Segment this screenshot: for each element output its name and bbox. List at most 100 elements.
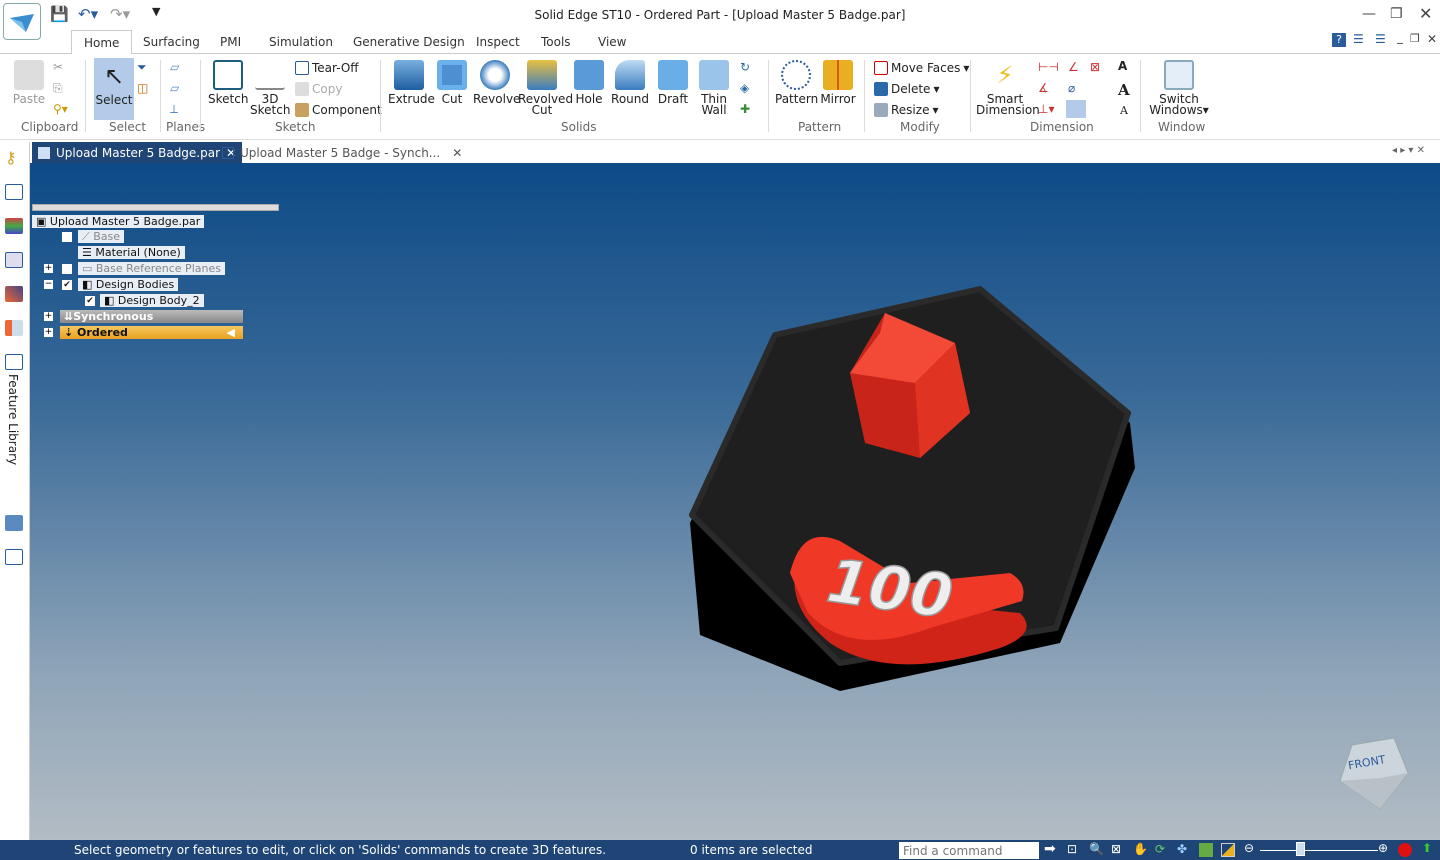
feature-library-tab[interactable]: Feature Library xyxy=(6,374,20,465)
paste-special-icon[interactable]: ⚲▾ xyxy=(53,102,68,116)
upload-icon[interactable]: ⬆ xyxy=(1422,841,1432,855)
key-icon[interactable]: ⚷ xyxy=(5,148,17,167)
tree-item-base-reference-planes[interactable]: ▭ Base Reference Planes xyxy=(78,262,225,275)
tree-item-ordered[interactable]: ⇣ Ordered ◀ xyxy=(60,326,243,339)
find-command-input[interactable] xyxy=(899,842,1039,859)
sweep-icon[interactable]: ↻ xyxy=(740,60,750,74)
rotate-icon[interactable]: ⟳ xyxy=(1155,842,1165,856)
delete-button[interactable]: Delete ▾ xyxy=(874,82,939,96)
switch-windows-button[interactable]: Switch Windows▾ xyxy=(1148,60,1210,116)
zoom-slider-thumb[interactable] xyxy=(1296,842,1305,856)
zoom-slider[interactable] xyxy=(1260,850,1378,851)
close-icon[interactable]: ✕ xyxy=(452,146,462,160)
zoom-icon[interactable]: 🔍 xyxy=(1089,842,1104,856)
angled-plane-icon[interactable]: ▱ xyxy=(170,81,179,95)
attach-dimension-icon[interactable]: ⊠ xyxy=(1090,60,1100,74)
cascade-icon[interactable]: ☰ xyxy=(1375,32,1386,46)
tab-scroll-icons[interactable]: ◂ ▸ ▾ ✕ xyxy=(1392,145,1425,156)
expand-icon[interactable]: + xyxy=(44,264,53,273)
resize-button[interactable]: Resize ▾ xyxy=(874,103,938,117)
revolved-cut-button[interactable]: Revolved Cut xyxy=(518,60,573,116)
round-button[interactable]: Round xyxy=(610,60,650,105)
tab-home[interactable]: Home xyxy=(71,30,133,55)
help-icon[interactable]: ? xyxy=(1332,33,1346,47)
views-icon[interactable] xyxy=(1221,843,1235,857)
layers-icon[interactable] xyxy=(5,184,23,200)
view-cube[interactable]: FRONT xyxy=(1332,733,1412,818)
tab-pmi[interactable]: PMI xyxy=(220,35,241,49)
cut-button[interactable]: Cut xyxy=(436,60,468,105)
select-button[interactable]: ↖ Select xyxy=(94,58,134,120)
collapse-icon[interactable]: − xyxy=(44,280,53,289)
tear-off-button[interactable]: Tear-Off xyxy=(295,61,359,75)
symmetric-diameter-icon[interactable]: ⌀ xyxy=(1068,81,1075,95)
zoom-area-icon[interactable]: ⊡ xyxy=(1067,842,1077,856)
tree-root[interactable]: ▣ Upload Master 5 Badge.par xyxy=(32,215,205,228)
expand-icon[interactable]: + xyxy=(44,312,53,321)
doc-tab[interactable]: Upload Master 5 Badge - Synch... ✕ xyxy=(216,142,468,163)
coordinate-dimension-icon[interactable]: ⊥▾ xyxy=(1038,102,1054,116)
cut-icon[interactable]: ✂ xyxy=(53,60,63,74)
tab-surfacing[interactable]: Surfacing xyxy=(143,35,200,49)
color-manager-icon[interactable] xyxy=(5,218,23,234)
view-style-icon[interactable] xyxy=(1199,843,1213,857)
doc-tab-active[interactable]: Upload Master 5 Badge.par ✕ xyxy=(32,142,243,163)
smart-dimension-button[interactable]: ⚡ Smart Dimension xyxy=(976,60,1040,116)
thin-wall-button[interactable]: Thin Wall xyxy=(696,60,732,116)
pattern-button[interactable]: Pattern xyxy=(775,60,818,105)
increase-font-icon[interactable]: A xyxy=(1118,81,1130,99)
fit-icon[interactable]: ⊠ xyxy=(1111,842,1121,856)
decrease-font-icon[interactable]: A xyxy=(1120,104,1128,117)
minimize-button[interactable]: — xyxy=(1362,6,1376,22)
tab-simulation[interactable]: Simulation xyxy=(269,35,333,49)
tree-item-design-bodies[interactable]: ◧ Design Bodies xyxy=(78,278,179,291)
properties-icon[interactable] xyxy=(5,320,23,336)
tab-inspect[interactable]: Inspect xyxy=(476,35,520,49)
copy-icon[interactable]: ⎘ xyxy=(53,81,63,96)
tree-item-synchronous[interactable]: ⇊Synchronous xyxy=(60,310,243,323)
sketch-view-icon[interactable]: ✤ xyxy=(1177,842,1187,856)
angle-between-icon[interactable]: ∡ xyxy=(1038,81,1049,95)
paste-button[interactable]: Paste xyxy=(12,60,46,105)
draft-button[interactable]: Draft xyxy=(654,60,692,105)
feature-library-icon[interactable] xyxy=(5,354,23,370)
zoom-out-icon[interactable]: ⊖ xyxy=(1244,841,1254,855)
3d-viewport[interactable]: ▣ Upload Master 5 Badge.par ⟋ Base ☰ Mat… xyxy=(30,163,1440,840)
distance-between-icon[interactable]: ⊢⊣ xyxy=(1038,60,1059,74)
tile-horizontal-icon[interactable]: ☰ xyxy=(1353,32,1364,46)
component-button[interactable]: Component xyxy=(295,103,382,117)
doc-restore-icon[interactable]: ❐ xyxy=(1410,32,1420,45)
base-planes-checkbox[interactable] xyxy=(62,264,72,274)
find-go-icon[interactable]: ➡ xyxy=(1044,841,1056,857)
expand-icon[interactable]: + xyxy=(44,328,53,337)
tab-view[interactable]: View xyxy=(598,35,626,49)
tree-item-design-body[interactable]: ◧ Design Body_2 xyxy=(100,294,204,307)
animation-icon[interactable] xyxy=(5,252,23,268)
loft-icon[interactable]: ◈ xyxy=(740,81,749,95)
doc-minimize-icon[interactable]: _ xyxy=(1397,30,1403,44)
family-of-parts-icon[interactable] xyxy=(5,515,23,531)
coordinate-system-icon[interactable]: ⟂ xyxy=(170,102,178,117)
add-body-icon[interactable]: ✚ xyxy=(740,102,750,116)
move-faces-button[interactable]: Move Faces ▾ xyxy=(874,61,969,75)
design-body-checkbox[interactable]: ✔ xyxy=(85,296,95,306)
doc-close-icon[interactable]: ✕ xyxy=(1427,32,1437,46)
zoom-in-icon[interactable]: ⊕ xyxy=(1378,841,1388,855)
quickpick-icon[interactable]: ◫ xyxy=(137,81,148,95)
pan-icon[interactable]: ✋ xyxy=(1133,842,1148,856)
coincident-plane-icon[interactable]: ▱ xyxy=(170,60,179,74)
tab-tools[interactable]: Tools xyxy=(541,35,571,49)
badge-model[interactable]: 100 xyxy=(680,283,1140,703)
text-style-icon[interactable]: A xyxy=(1118,59,1127,73)
selection-filter-icon[interactable]: ⏷ xyxy=(137,60,147,75)
extrude-button[interactable]: Extrude xyxy=(388,60,435,105)
hole-button[interactable]: Hole xyxy=(572,60,606,105)
settings-panel-icon[interactable] xyxy=(5,549,23,565)
base-checkbox[interactable] xyxy=(62,232,72,242)
angular-coordinate-icon[interactable]: ∠ xyxy=(1068,60,1079,74)
design-bodies-checkbox[interactable]: ✔ xyxy=(62,280,72,290)
revolve-button[interactable]: Revolve xyxy=(473,60,520,105)
tab-generative-design[interactable]: Generative Design xyxy=(353,35,465,49)
pathfinder-grip[interactable] xyxy=(32,204,279,211)
tree-item-base[interactable]: ⟋ Base xyxy=(78,230,124,243)
